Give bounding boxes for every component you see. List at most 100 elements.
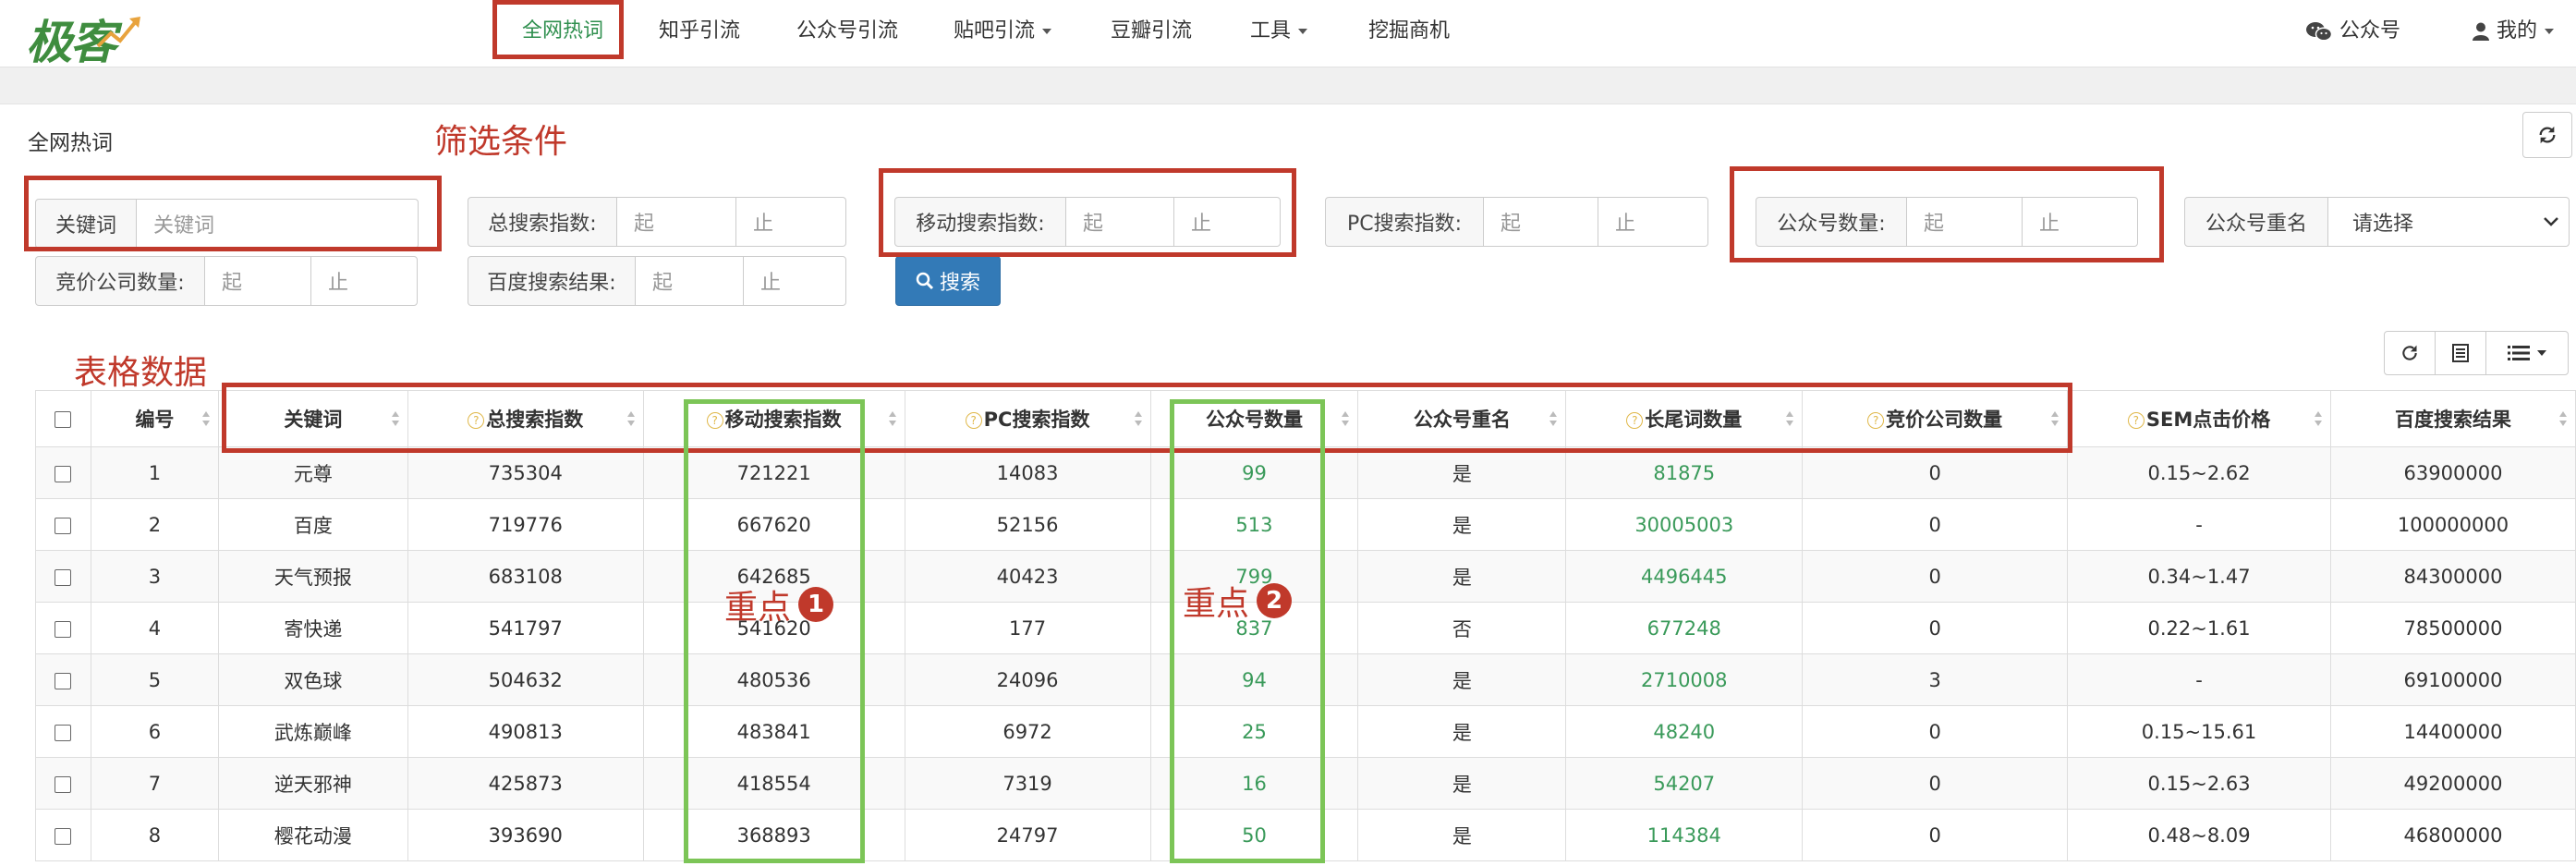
nav-tools[interactable]: 工具 xyxy=(1250,0,1308,67)
nav-opportunity[interactable]: 挖掘商机 xyxy=(1368,0,1450,67)
cell-sem-price: 0.22~1.61 xyxy=(2067,602,2331,654)
cell-longtail-count[interactable]: 48240 xyxy=(1565,705,1804,758)
bid-count-from-input[interactable]: 起 xyxy=(204,256,311,306)
row-select-cell xyxy=(35,498,91,551)
cell-pc-index: 14083 xyxy=(904,446,1151,499)
total-index-label: 总搜索指数: xyxy=(468,197,617,247)
cell-wechat-dup: 否 xyxy=(1357,602,1567,654)
nav-douban-label: 豆瓣引流 xyxy=(1111,19,1193,43)
cell-id: 6 xyxy=(90,705,219,758)
cell-pc-index: 7319 xyxy=(904,757,1151,810)
row-checkbox[interactable] xyxy=(55,517,72,534)
row-checkbox[interactable] xyxy=(55,827,72,845)
row-select-cell xyxy=(35,809,91,861)
nav-wechat-account[interactable]: 公众号 xyxy=(2306,0,2400,67)
nav-douban[interactable]: 豆瓣引流 xyxy=(1111,0,1192,67)
annotation-box-key-column-1 xyxy=(684,399,865,863)
cell-bid-count: 0 xyxy=(1802,602,2069,654)
nav-user-menu[interactable]: 我的 xyxy=(2473,0,2555,67)
cell-pc-index: 6972 xyxy=(904,705,1151,758)
cell-total-index: 735304 xyxy=(407,446,644,499)
row-select-cell xyxy=(35,550,91,603)
column-header-label: SEM点击价格 xyxy=(2145,409,2271,431)
annotation-key-2-number: 2 xyxy=(1257,583,1293,618)
total-index-from-input[interactable]: 起 xyxy=(616,197,736,247)
chevron-down-icon xyxy=(2537,350,2546,356)
cell-longtail-count[interactable]: 4496445 xyxy=(1565,550,1804,603)
pc-index-to-input[interactable]: 止 xyxy=(1598,197,1708,247)
column-header-sem-price[interactable]: ? SEM点击价格 xyxy=(2067,390,2331,447)
cell-pc-index: 40423 xyxy=(904,550,1151,603)
table-toggle-view-button[interactable] xyxy=(2435,331,2486,375)
user-menu-label: 我的 xyxy=(2497,19,2538,43)
row-checkbox[interactable] xyxy=(55,465,72,482)
bid-count-to-input[interactable]: 止 xyxy=(310,256,418,306)
cell-longtail-count[interactable]: 114384 xyxy=(1565,809,1804,861)
search-button[interactable]: 搜索 xyxy=(895,256,1001,306)
nav-wechat[interactable]: 公众号引流 xyxy=(796,0,898,67)
row-select-cell xyxy=(35,705,91,758)
list-view-icon xyxy=(2452,344,2469,362)
cell-id: 3 xyxy=(90,550,219,603)
cell-baidu-results: 84300000 xyxy=(2329,550,2576,603)
annotation-table-label: 表格数据 xyxy=(74,354,208,392)
select-all-checkbox[interactable] xyxy=(55,411,72,428)
brand-logo[interactable]: 极客 xyxy=(24,6,144,69)
total-index-to-input[interactable]: 止 xyxy=(735,197,846,247)
refresh-icon xyxy=(2402,345,2417,360)
cell-longtail-count[interactable]: 677248 xyxy=(1565,602,1804,654)
cell-pc-index: 24096 xyxy=(904,653,1151,706)
cell-baidu-results: 63900000 xyxy=(2329,446,2576,499)
cell-total-index: 425873 xyxy=(407,757,644,810)
cell-sem-price: - xyxy=(2067,653,2331,706)
cell-total-index: 541797 xyxy=(407,602,644,654)
nav-tieba[interactable]: 贴吧引流 xyxy=(954,0,1052,67)
cell-keyword: 武炼巅峰 xyxy=(217,705,408,758)
column-header-baidu-results[interactable]: 百度搜索结果 xyxy=(2329,390,2576,447)
cell-keyword: 寄快递 xyxy=(217,602,408,654)
column-header-label: 编号 xyxy=(135,409,175,431)
wechat-dup-value: 请选择 xyxy=(2352,213,2414,236)
cell-baidu-results: 49200000 xyxy=(2329,757,2576,810)
cell-longtail-count[interactable]: 54207 xyxy=(1565,757,1804,810)
cell-bid-count: 0 xyxy=(1802,809,2069,861)
cell-total-index: 719776 xyxy=(407,498,644,551)
row-checkbox[interactable] xyxy=(55,620,72,638)
nav-zhihu[interactable]: 知乎引流 xyxy=(659,0,740,67)
baidu-results-from-input[interactable]: 起 xyxy=(635,256,744,306)
cell-longtail-count[interactable]: 81875 xyxy=(1565,446,1804,499)
cell-longtail-count[interactable]: 2710008 xyxy=(1565,653,1804,706)
table-refresh-button[interactable] xyxy=(2384,331,2436,375)
row-checkbox[interactable] xyxy=(55,672,72,689)
annotation-key-2: 重点 2 xyxy=(1183,577,1293,625)
cell-pc-index: 24797 xyxy=(904,809,1151,861)
cell-keyword: 樱花动漫 xyxy=(217,809,408,861)
refresh-icon xyxy=(2539,126,2556,144)
cell-bid-count: 0 xyxy=(1802,498,2069,551)
pc-index-from-input[interactable]: 起 xyxy=(1483,197,1598,247)
baidu-results-label: 百度搜索结果: xyxy=(468,256,636,306)
cell-longtail-count[interactable]: 30005003 xyxy=(1565,498,1804,551)
panel-refresh-button[interactable] xyxy=(2522,112,2572,158)
row-checkbox[interactable] xyxy=(55,724,72,741)
cell-total-index: 393690 xyxy=(407,809,644,861)
chevron-down-icon xyxy=(1298,29,1308,34)
cell-keyword: 百度 xyxy=(217,498,408,551)
search-button-label: 搜索 xyxy=(939,272,980,295)
sort-icon xyxy=(201,411,210,426)
wechat-dup-select[interactable]: 请选择 xyxy=(2327,197,2570,247)
chevron-down-icon xyxy=(2545,29,2555,34)
annotation-box-nav-active xyxy=(492,0,624,59)
cell-total-index: 683108 xyxy=(407,550,644,603)
row-checkbox[interactable] xyxy=(55,568,72,586)
baidu-results-to-input[interactable]: 止 xyxy=(743,256,846,306)
annotation-key-1-number: 1 xyxy=(798,587,834,622)
top-navbar: 极客 全网热词 知乎引流 公众号引流 贴吧引流 豆瓣引流 工具 挖掘商机 公众号… xyxy=(0,0,2576,69)
column-header-id[interactable]: 编号 xyxy=(90,390,219,447)
row-checkbox[interactable] xyxy=(55,775,72,793)
columns-icon xyxy=(2508,346,2530,360)
cell-baidu-results: 78500000 xyxy=(2329,602,2576,654)
help-icon[interactable]: ? xyxy=(2127,412,2145,429)
annotation-box-mobile-index xyxy=(879,168,1296,257)
table-columns-button[interactable] xyxy=(2485,331,2569,375)
